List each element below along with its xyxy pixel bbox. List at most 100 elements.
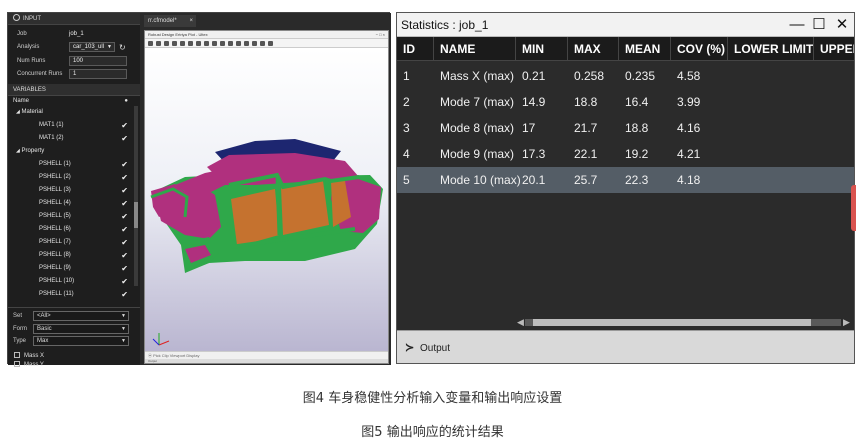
table-row[interactable]: 2 Mode 7 (max) 14.9 18.8 16.4 3.99 [397, 89, 854, 115]
tree-item[interactable]: MAT1 (2) ✔ [13, 132, 140, 145]
checkmark-icon[interactable]: ✔ [121, 210, 128, 223]
variables-section-header[interactable]: VARIABLES [8, 84, 140, 96]
settings-icon[interactable] [268, 40, 273, 46]
tree-item[interactable]: PSHELL (8) ✔ [13, 249, 140, 262]
model-viewer[interactable]: Robust Design Ertriya Plot - Ultex − □ × [144, 30, 389, 364]
table-row[interactable]: 5 Mode 10 (max) 20.1 25.7 22.3 4.18 [397, 167, 854, 193]
scroll-left-icon[interactable]: ◀ [517, 317, 524, 327]
shade-icon[interactable] [236, 40, 241, 46]
checkmark-icon[interactable]: ✔ [121, 249, 128, 262]
tree-item[interactable]: PSHELL (3) ✔ [13, 184, 140, 197]
col-cov[interactable]: COV (%) [671, 37, 728, 61]
maximize-icon[interactable]: ☐ [809, 13, 829, 37]
side-tab[interactable] [851, 185, 856, 231]
tree-item[interactable]: PSHELL (2) ✔ [13, 171, 140, 184]
rotate-icon[interactable] [172, 40, 177, 46]
pen-icon[interactable] [244, 40, 249, 46]
expand-icon[interactable]: ◢ [16, 148, 20, 154]
scroll-right-icon[interactable]: ▶ [843, 317, 850, 327]
checkmark-icon[interactable]: ✔ [121, 171, 128, 184]
close-icon[interactable]: × [189, 15, 193, 27]
table-row[interactable]: 3 Mode 8 (max) 17 21.7 18.8 4.16 [397, 115, 854, 141]
input-section-header[interactable]: INPUT [8, 13, 140, 25]
tree-group-material[interactable]: ◢ Material [13, 106, 140, 119]
stats-titlebar: Statistics : job_1 — ☐ ✕ [397, 13, 854, 37]
filter-area: Set <All> ▼ Form Basic ▼ Type Max ▼ Mass X … [8, 307, 140, 370]
checkmark-icon[interactable]: ✔ [121, 119, 128, 132]
checkmark-icon[interactable]: ✔ [121, 223, 128, 236]
col-max[interactable]: MAX [568, 37, 619, 61]
car-model-scene[interactable] [145, 49, 388, 353]
scroll-thumb[interactable] [533, 319, 811, 326]
tree-group-property[interactable]: ◢ Property [13, 145, 140, 158]
name-column-header: Name [13, 98, 30, 104]
item-label: PSHELL (5) [39, 213, 71, 219]
cell-name: Mass X (max) [440, 69, 515, 83]
concurrent-runs-input[interactable]: 1 [69, 69, 127, 80]
eye-icon[interactable]: ● [124, 96, 128, 106]
select-icon[interactable] [220, 40, 225, 46]
horizontal-scrollbar[interactable]: ◀ ▶ [517, 317, 850, 327]
tree-item[interactable]: PSHELL (5) ✔ [13, 210, 140, 223]
refresh-icon[interactable]: ↻ [119, 43, 126, 52]
view-icon[interactable] [148, 40, 153, 46]
tree-item[interactable]: PSHELL (10) ✔ [13, 275, 140, 288]
tab-model[interactable]: rr.cfmodel* × [144, 15, 196, 27]
zoom-icon[interactable] [180, 40, 185, 46]
cell-mean: 16.4 [625, 95, 649, 109]
undo-icon[interactable] [196, 40, 201, 46]
form-select[interactable]: Basic ▼ [33, 323, 129, 334]
analysis-select[interactable]: car_103_ull ▼ [69, 42, 115, 53]
redo-icon[interactable] [204, 40, 209, 46]
type-select[interactable]: Max ▼ [33, 336, 129, 347]
tree-item[interactable]: PSHELL (1) ✔ [13, 158, 140, 171]
fit-icon[interactable] [156, 40, 161, 46]
table-row[interactable]: 1 Mass X (max) 0.21 0.258 0.235 4.58 [397, 63, 854, 89]
checkbox-icon[interactable] [14, 360, 20, 367]
tree-item[interactable]: PSHELL (9) ✔ [13, 262, 140, 275]
col-mean[interactable]: MEAN [619, 37, 671, 61]
response-item[interactable]: Mass Y [14, 360, 140, 370]
table-icon[interactable] [212, 40, 217, 46]
set-label: Set [13, 313, 23, 320]
tree-item[interactable]: PSHELL (11) ✔ [13, 288, 140, 301]
tree-item[interactable]: MAT1 (1) ✔ [13, 119, 140, 132]
checkmark-icon[interactable]: ✔ [121, 236, 128, 249]
tree-item[interactable]: PSHELL (6) ✔ [13, 223, 140, 236]
response-item[interactable]: Mass X [14, 351, 140, 361]
tree-item[interactable]: PSHELL (4) ✔ [13, 197, 140, 210]
num-runs-input[interactable]: 100 [69, 55, 127, 66]
checkmark-icon[interactable]: ✔ [121, 132, 128, 145]
col-lower-limit[interactable]: LOWER LIMIT [728, 37, 814, 61]
camera-icon[interactable] [260, 40, 265, 46]
viewer-output-bar[interactable]: Output [145, 359, 388, 363]
table-row[interactable]: 4 Mode 9 (max) 17.3 22.1 19.2 4.21 [397, 141, 854, 167]
checkmark-icon[interactable]: ✔ [121, 275, 128, 288]
minimize-icon[interactable]: — [787, 13, 807, 37]
checkbox-icon[interactable] [14, 351, 20, 358]
checkmark-icon[interactable]: ✔ [121, 158, 128, 171]
col-name[interactable]: NAME [434, 37, 516, 61]
checkmark-icon[interactable]: ✔ [121, 197, 128, 210]
col-min[interactable]: MIN [516, 37, 568, 61]
checkmark-icon[interactable]: ✔ [121, 184, 128, 197]
col-id[interactable]: ID [397, 37, 434, 61]
pan-icon[interactable] [188, 40, 193, 46]
col-upper[interactable]: UPPER [814, 37, 854, 61]
expand-icon[interactable]: ◢ [16, 109, 20, 115]
checkmark-icon[interactable]: ✔ [121, 262, 128, 275]
checkmark-icon[interactable]: ✔ [121, 288, 128, 301]
tree-scrollbar[interactable] [134, 106, 138, 286]
output-panel-bar[interactable]: ≻ Output [397, 330, 854, 363]
set-select[interactable]: <All> ▼ [33, 311, 129, 322]
grid-icon[interactable] [164, 40, 169, 46]
mesh-icon[interactable] [228, 40, 233, 46]
tab-label: rr.cfmodel* [148, 18, 177, 24]
tree-item[interactable]: PSHELL (7) ✔ [13, 236, 140, 249]
tree-scroll-thumb[interactable] [134, 202, 138, 228]
collapse-icon[interactable] [13, 14, 20, 21]
close-icon[interactable]: ✕ [832, 13, 852, 37]
item-label: PSHELL (2) [39, 174, 71, 180]
brush-icon[interactable] [252, 40, 257, 46]
window-controls-icon[interactable]: − □ × [376, 31, 385, 39]
